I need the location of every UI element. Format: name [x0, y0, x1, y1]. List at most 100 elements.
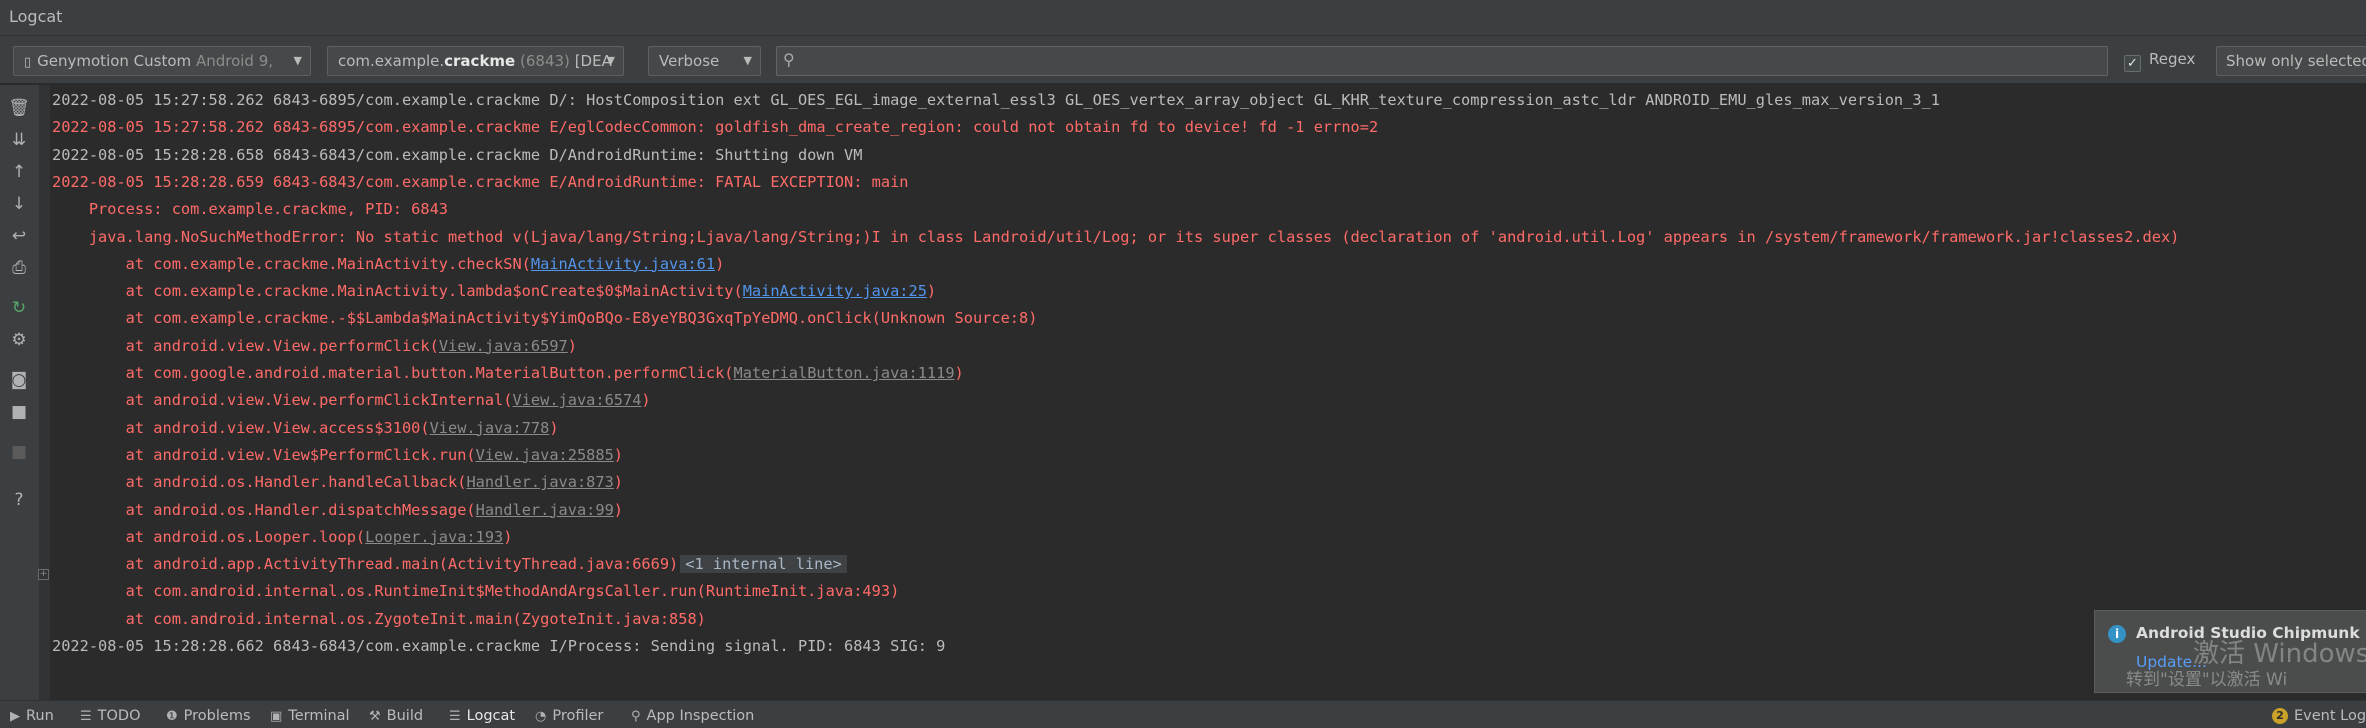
- process-selector[interactable]: com.example.crackme (6843) [DEA ▼: [327, 46, 624, 76]
- source-link[interactable]: Looper.java:193: [365, 528, 503, 546]
- tab-label: Build: [386, 708, 424, 724]
- tab-run[interactable]: ▶ Run: [10, 705, 54, 727]
- filter-value: Show only selected: [2226, 52, 2366, 70]
- log-gutter: [40, 85, 50, 700]
- search-icon[interactable]: ⚲: [783, 50, 805, 72]
- profiler-icon: ◔: [535, 709, 547, 724]
- source-link[interactable]: Handler.java:873: [466, 473, 613, 491]
- folded-lines-chip[interactable]: <1 internal line>: [680, 555, 847, 574]
- log-line: at android.view.View.performClickInterna…: [52, 387, 651, 413]
- log-text-suffix: ): [613, 445, 624, 464]
- log-text: at com.google.android.material.button.Ma…: [52, 364, 734, 382]
- chevron-down-icon: ▼: [743, 54, 752, 67]
- log-text: at android.view.View.access$3100(: [52, 418, 430, 437]
- log-text: at com.android.internal.os.RuntimeInit$M…: [52, 582, 900, 601]
- tab-logcat[interactable]: ☰ Logcat: [449, 705, 515, 727]
- scroll-to-end-icon[interactable]: ⇊: [8, 129, 30, 151]
- help-icon[interactable]: ?: [8, 489, 30, 511]
- tab-profiler[interactable]: ◔ Profiler: [535, 705, 603, 727]
- logcat-sidebar: 🗑 ⇊ ↑ ↓ ↩ ⎙ ↻ ⚙ ◙ ■ ■ ?: [0, 85, 40, 700]
- log-text: java.lang.NoSuchMethodError: No static m…: [52, 227, 2180, 246]
- phone-icon: ▯: [24, 55, 32, 70]
- filter-selector[interactable]: Show only selected: [2216, 46, 2366, 76]
- soft-wrap-icon[interactable]: ↩: [8, 225, 30, 247]
- log-text: at com.example.crackme.-$$Lambda$MainAct…: [52, 309, 1038, 328]
- source-link[interactable]: MaterialButton.java:1119: [734, 364, 955, 382]
- up-arrow-icon[interactable]: ↑: [8, 161, 30, 183]
- source-link[interactable]: View.java:25885: [476, 446, 614, 464]
- process-pid: (6843): [520, 52, 570, 70]
- tab-todo[interactable]: ☰ TODO: [80, 705, 141, 727]
- log-line: at android.view.View.performClick(View.j…: [52, 333, 577, 359]
- tab-label: Terminal: [288, 708, 350, 724]
- log-text: at android.app.ActivityThread.main(Activ…: [52, 555, 679, 574]
- print-icon[interactable]: ⎙: [8, 257, 30, 279]
- problems-icon: ❶: [166, 709, 178, 724]
- title-bar: Logcat: [0, 0, 2366, 36]
- regex-checkbox[interactable]: ✓ Regex: [2124, 50, 2195, 72]
- device-selector[interactable]: ▯ Genymotion Custom Android 9, ▼: [13, 46, 311, 76]
- log-text-suffix: ): [926, 282, 937, 301]
- log-line: Process: com.example.crackme, PID: 6843: [52, 196, 448, 222]
- down-arrow-icon[interactable]: ↓: [8, 193, 30, 215]
- log-line: at android.view.View.access$3100(View.ja…: [52, 415, 559, 441]
- tab-label: Logcat: [466, 708, 516, 724]
- chevron-down-icon: ▼: [606, 54, 615, 67]
- log-line: at com.android.internal.os.RuntimeInit$M…: [52, 578, 900, 604]
- log-line: 2022-08-05 15:28:28.659 6843-6843/com.ex…: [52, 169, 908, 195]
- fold-expand-icon[interactable]: +: [38, 569, 49, 580]
- log-line: at android.os.Looper.loop(Looper.java:19…: [52, 524, 513, 550]
- tab-problems[interactable]: ❶ Problems: [166, 705, 251, 727]
- source-link[interactable]: View.java:6597: [439, 337, 568, 355]
- log-text: at com.example.crackme.MainActivity.chec…: [52, 254, 531, 273]
- log-output[interactable]: 2022-08-05 15:27:58.262 6843-6895/com.ex…: [50, 85, 2366, 700]
- log-text: 2022-08-05 15:27:58.262 6843-6895/com.ex…: [52, 118, 1379, 137]
- video-icon[interactable]: ■: [8, 401, 30, 423]
- restart-icon[interactable]: ↻: [8, 297, 30, 319]
- stop-icon[interactable]: ■: [8, 441, 30, 463]
- event-log-label: Event Log: [2294, 708, 2366, 724]
- log-line: at android.view.View$PerformClick.run(Vi…: [52, 442, 623, 468]
- log-line: at android.os.Handler.handleCallback(Han…: [52, 469, 623, 495]
- log-text: at android.view.View.performClick(: [52, 336, 439, 355]
- activation-watermark-hint: 转到"设置"以激活 Wi: [2126, 670, 2288, 690]
- search-box: ⚲: [776, 46, 2108, 76]
- camera-icon[interactable]: ◙: [8, 369, 30, 391]
- source-link[interactable]: Handler.java:99: [476, 501, 614, 519]
- settings-icon[interactable]: ⚙: [8, 329, 30, 351]
- log-text-suffix: ): [567, 336, 577, 355]
- app-inspection-icon: ⚲: [631, 709, 641, 724]
- source-link[interactable]: MainActivity.java:61: [531, 255, 715, 273]
- event-log-button[interactable]: 2 Event Log: [2272, 705, 2366, 727]
- log-text: 2022-08-05 15:28:28.659 6843-6843/com.ex…: [52, 172, 909, 191]
- source-link[interactable]: MainActivity.java:25: [743, 282, 927, 300]
- log-text: at android.view.View.performClickInterna…: [52, 391, 513, 410]
- tab-label: Problems: [183, 708, 251, 724]
- event-count-badge: 2: [2272, 708, 2288, 724]
- log-level-value: Verbose: [659, 52, 720, 70]
- tab-build[interactable]: ⚒ Build: [369, 705, 423, 727]
- log-text-suffix: ): [503, 527, 513, 546]
- search-input[interactable]: [809, 49, 2099, 73]
- update-notification[interactable]: i Android Studio Chipmunk | 20 Update...…: [2094, 610, 2366, 693]
- tab-terminal[interactable]: ▣ Terminal: [270, 705, 350, 727]
- log-level-selector[interactable]: Verbose ▼: [648, 46, 761, 76]
- log-line: 2022-08-05 15:27:58.262 6843-6895/com.ex…: [52, 114, 1378, 140]
- build-icon: ⚒: [369, 709, 381, 724]
- tab-app-inspection[interactable]: ⚲ App Inspection: [631, 705, 754, 727]
- chevron-down-icon: ▼: [293, 54, 302, 67]
- log-text: at android.view.View$PerformClick.run(: [52, 445, 476, 464]
- regex-label: Regex: [2149, 50, 2196, 68]
- logcat-toolbar: ▯ Genymotion Custom Android 9, ▼ com.exam…: [0, 36, 2366, 84]
- trash-icon[interactable]: 🗑: [8, 97, 30, 119]
- source-link[interactable]: View.java:6574: [512, 391, 641, 409]
- info-icon: i: [2108, 625, 2126, 643]
- log-text: 2022-08-05 15:28:28.662 6843-6843/com.ex…: [52, 637, 946, 655]
- log-line: java.lang.NoSuchMethodError: No static m…: [52, 224, 2180, 250]
- device-name: Genymotion Custom: [37, 52, 192, 70]
- device-detail: Android 9,: [195, 52, 274, 70]
- log-text: 2022-08-05 15:27:58.262 6843-6895/com.ex…: [52, 91, 1940, 109]
- source-link[interactable]: View.java:778: [430, 419, 550, 437]
- log-line: at android.os.Handler.dispatchMessage(Ha…: [52, 497, 623, 523]
- log-text: 2022-08-05 15:28:28.658 6843-6843/com.ex…: [52, 145, 863, 164]
